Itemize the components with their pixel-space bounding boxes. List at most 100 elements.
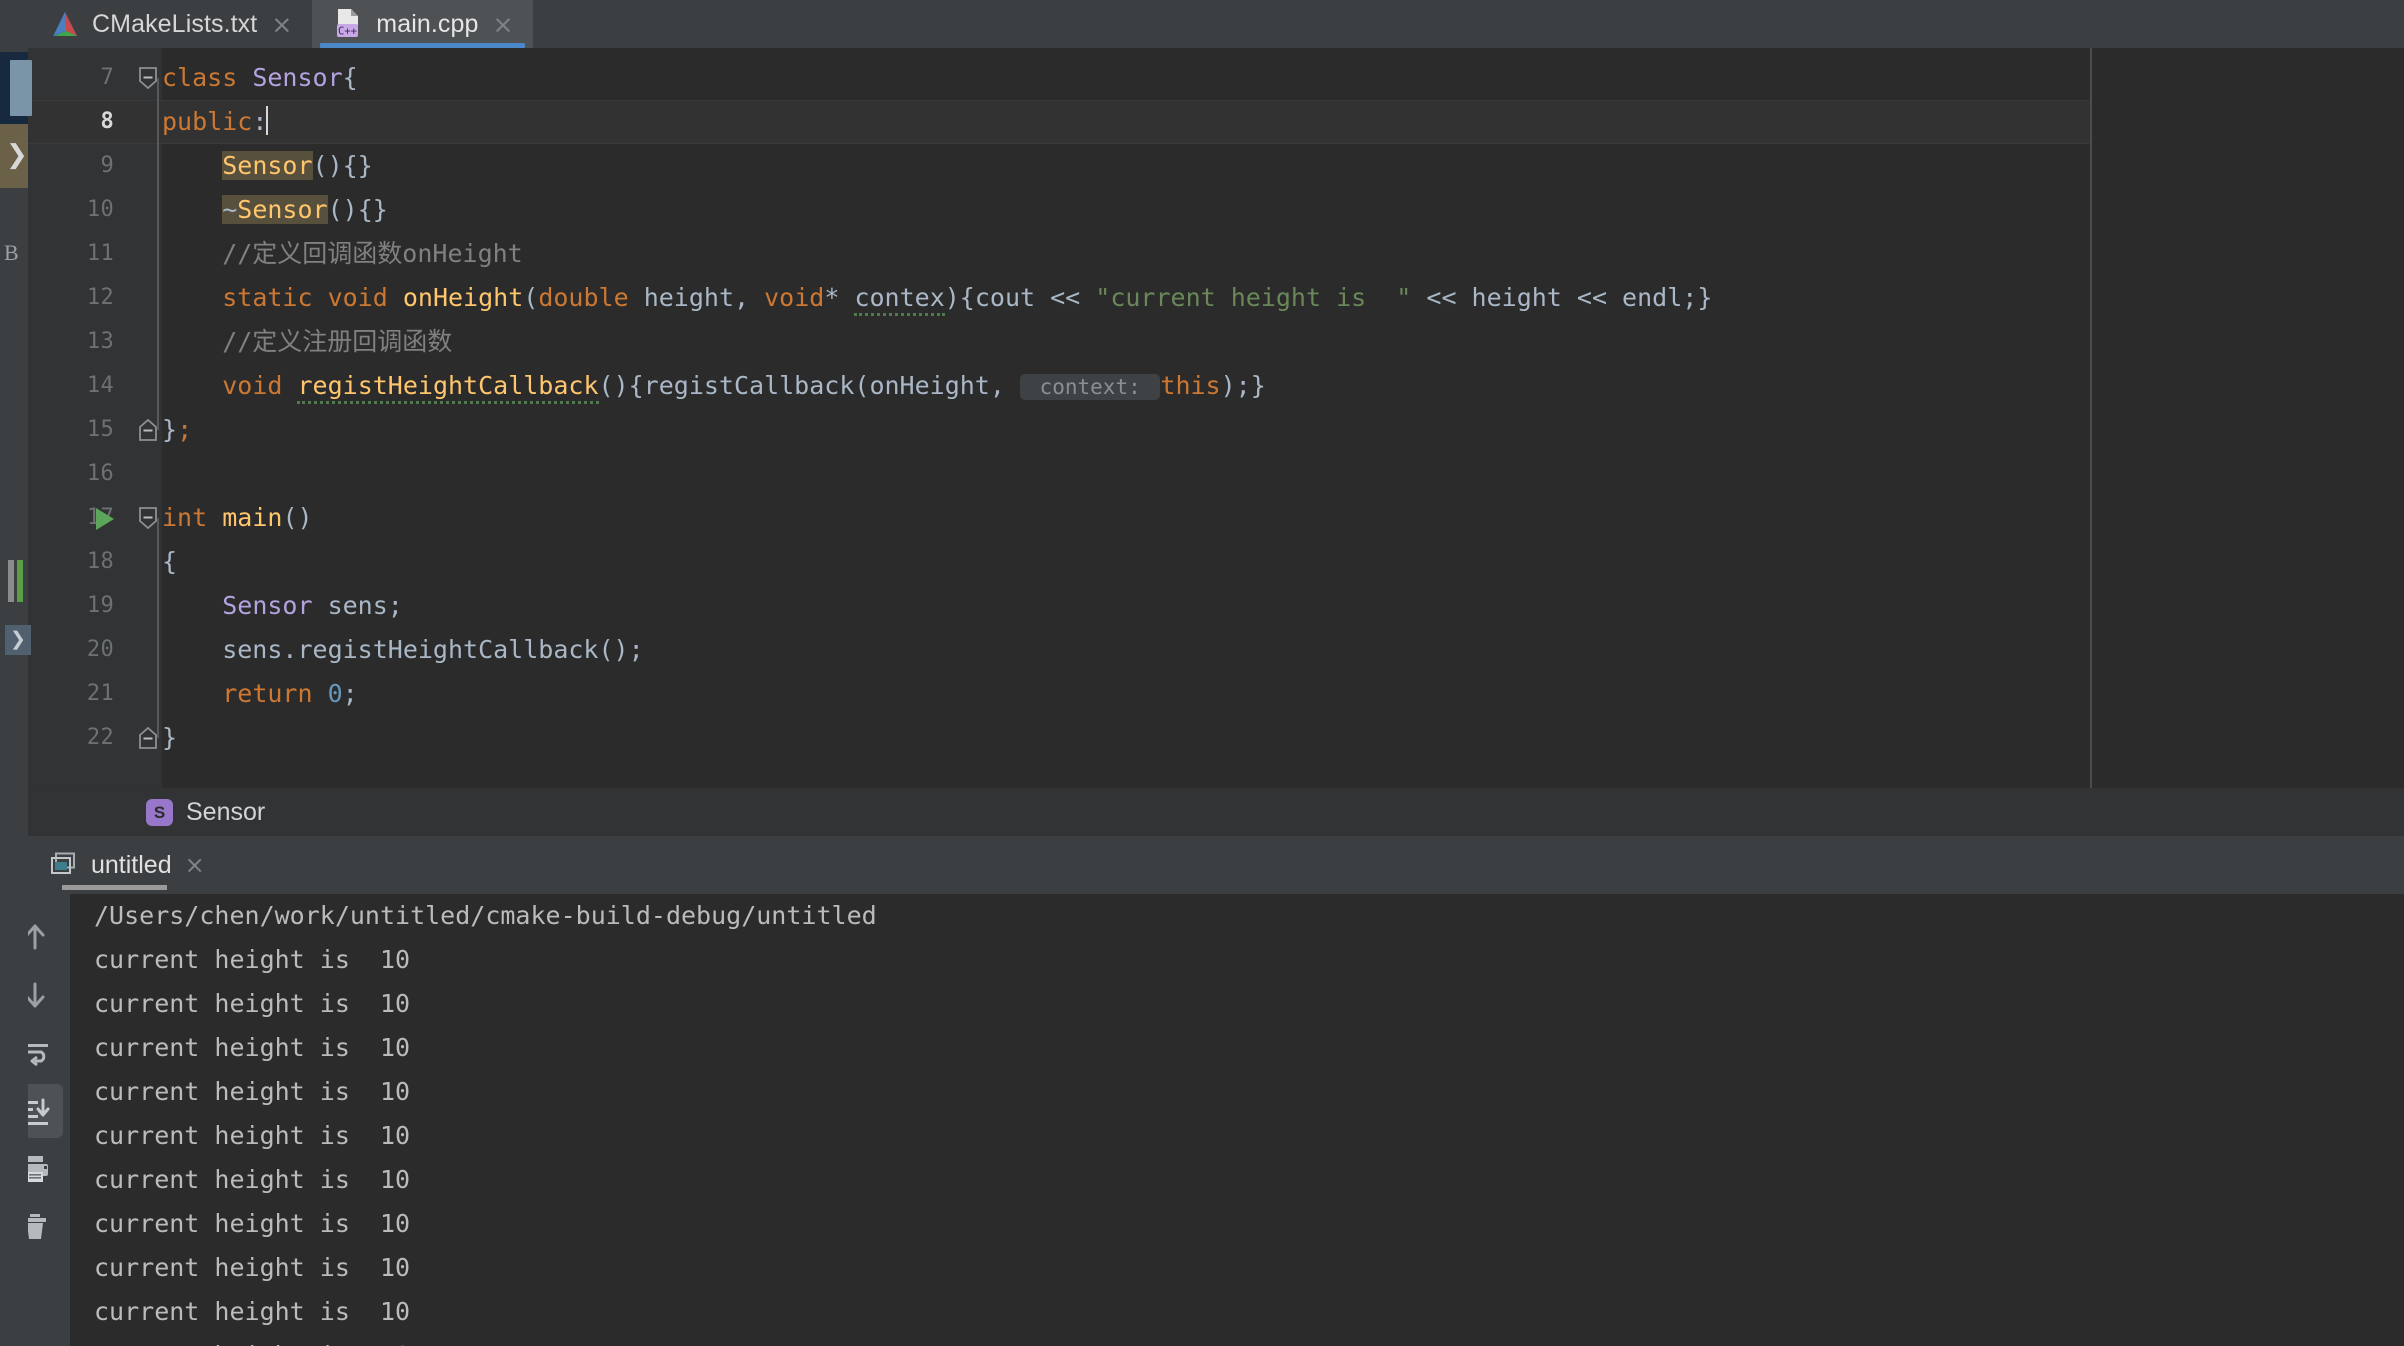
code-text: void registHeightCallback(){registCallba…	[162, 364, 1266, 408]
code-token: registHeightCallback	[297, 371, 599, 404]
run-gutter-icon[interactable]	[96, 508, 114, 530]
expand-panel-button[interactable]: ❯	[5, 625, 31, 655]
cpp-file-icon: C++	[334, 8, 364, 40]
code-token: return	[222, 679, 328, 708]
code-text: return 0;	[162, 672, 358, 716]
code-token: ;	[342, 679, 358, 708]
code-token: Sensor	[222, 591, 313, 620]
editor-line[interactable]: 16	[28, 452, 2404, 496]
fold-collapse-icon[interactable]	[138, 507, 158, 530]
code-token: onHeight	[402, 283, 524, 312]
editor-line[interactable]: 22}	[28, 716, 2404, 760]
left-tool-strip: ❯ B ❯	[0, 0, 32, 1346]
code-text: static void onHeight(double height, void…	[162, 276, 1712, 320]
editor-line[interactable]: 19 Sensor sens;	[28, 584, 2404, 628]
project-icon	[10, 60, 32, 116]
code-text: int main()	[162, 496, 313, 540]
close-icon[interactable]: ×	[185, 851, 205, 879]
line-number: 7	[100, 65, 114, 90]
close-icon[interactable]: ×	[491, 12, 516, 37]
line-number: 10	[86, 197, 114, 222]
line-number: 22	[86, 725, 114, 750]
editor-line[interactable]: 10 ~Sensor(){}	[28, 188, 2404, 232]
structure-tool-button[interactable]: ❯	[0, 124, 28, 188]
code-token: (){}	[312, 151, 373, 180]
code-text: ~Sensor(){}	[162, 188, 388, 232]
active-run-tab-indicator	[62, 885, 167, 890]
code-token	[266, 106, 269, 135]
breadcrumb-label: Sensor	[186, 798, 266, 826]
code-token: sens.registHeightCallback();	[162, 635, 644, 664]
window-icon	[50, 852, 78, 878]
code-text: //定义回调函数onHeight	[162, 232, 523, 276]
code-token: Sensor	[222, 151, 313, 180]
fold-collapse-icon[interactable]	[138, 67, 158, 90]
console-line: current height is 10	[94, 1033, 411, 1062]
code-text: Sensor(){}	[162, 144, 373, 188]
bookmarks-tool-button[interactable]: B	[0, 236, 28, 276]
run-tool-header: n: untitled ×	[0, 836, 2404, 894]
editor-line[interactable]: 12 static void onHeight(double height, v…	[28, 276, 2404, 320]
editor-line[interactable]: 13 //定义注册回调函数	[28, 320, 2404, 364]
editor-line[interactable]: 11 //定义回调函数onHeight	[28, 232, 2404, 276]
editor-tab-maincpp[interactable]: C++ main.cpp ×	[312, 0, 534, 48]
code-token: class	[162, 63, 253, 92]
code-text: Sensor sens;	[162, 584, 403, 628]
editor-tab-cmakelists[interactable]: CMakeLists.txt ×	[28, 0, 312, 48]
code-token: );}	[1220, 371, 1266, 400]
code-token: //定义回调函数onHeight	[162, 239, 523, 268]
code-token: 0	[327, 679, 343, 708]
code-text: class Sensor{	[162, 56, 358, 100]
editor-line[interactable]: 20 sens.registHeightCallback();	[28, 628, 2404, 672]
editor-line[interactable]: 18 {	[28, 540, 2404, 584]
line-number: 15	[86, 417, 114, 442]
editor-tab-bar: CMakeLists.txt × C++ main.cpp ×	[28, 0, 2404, 48]
chevron-right-icon: ❯	[6, 140, 28, 170]
run-tab-untitled[interactable]: untitled ×	[50, 836, 211, 894]
code-token: void	[222, 371, 298, 400]
bookmark-letter-icon: B	[4, 240, 19, 265]
fold-end-icon[interactable]	[138, 418, 158, 441]
console-line: current height is 10	[94, 1165, 411, 1194]
editor-line[interactable]: 9 Sensor(){}	[28, 144, 2404, 188]
editor-line[interactable]: 8 public:	[28, 100, 2404, 144]
console-output[interactable]: /Users/chen/work/untitled/cmake-build-de…	[70, 894, 2404, 1346]
indent-guide	[157, 78, 159, 430]
breadcrumb[interactable]: S Sensor	[28, 788, 2404, 836]
code-editor[interactable]: 7 class Sensor{8 public: 9 Sensor(){} 10 ~Se…	[28, 48, 2404, 788]
class-badge-icon: S	[146, 799, 173, 826]
clion-ide-window: ❯ B ❯ CMakeLists.txt × C++ main.cpp × 7 …	[0, 0, 2404, 1346]
code-token: context:	[1019, 374, 1161, 400]
code-text: }	[162, 716, 177, 760]
editor-line[interactable]: 15};	[28, 408, 2404, 452]
project-tool-button[interactable]	[0, 52, 32, 124]
run-tool-window: n: untitled ×	[0, 836, 2404, 1346]
indent-guide	[157, 518, 159, 738]
close-icon[interactable]: ×	[269, 12, 294, 37]
code-token: Sensor	[252, 63, 343, 92]
code-token: public	[162, 107, 253, 136]
code-text: {	[162, 540, 177, 584]
line-number: 9	[100, 153, 114, 178]
editor-line[interactable]: 7 class Sensor{	[28, 56, 2404, 100]
code-token: this	[1160, 371, 1221, 400]
console-line: /Users/chen/work/untitled/cmake-build-de…	[94, 901, 877, 930]
editor-line[interactable]: 14 void registHeightCallback(){registCal…	[28, 364, 2404, 408]
console-line: current height is 10	[70, 1334, 2404, 1346]
console-line: current height is 10	[94, 1253, 411, 1282]
code-text: sens.registHeightCallback();	[162, 628, 644, 672]
code-token: height	[643, 283, 734, 312]
fold-end-icon[interactable]	[138, 726, 158, 749]
code-token: int	[162, 503, 223, 532]
editor-line[interactable]: 17 int main()	[28, 496, 2404, 540]
editor-line[interactable]: 21 return 0;	[28, 672, 2404, 716]
console-line: current height is 10	[94, 945, 411, 974]
code-token: Sensor	[237, 195, 328, 224]
line-number: 11	[86, 241, 114, 266]
console-line: current height is 10	[94, 1297, 411, 1326]
